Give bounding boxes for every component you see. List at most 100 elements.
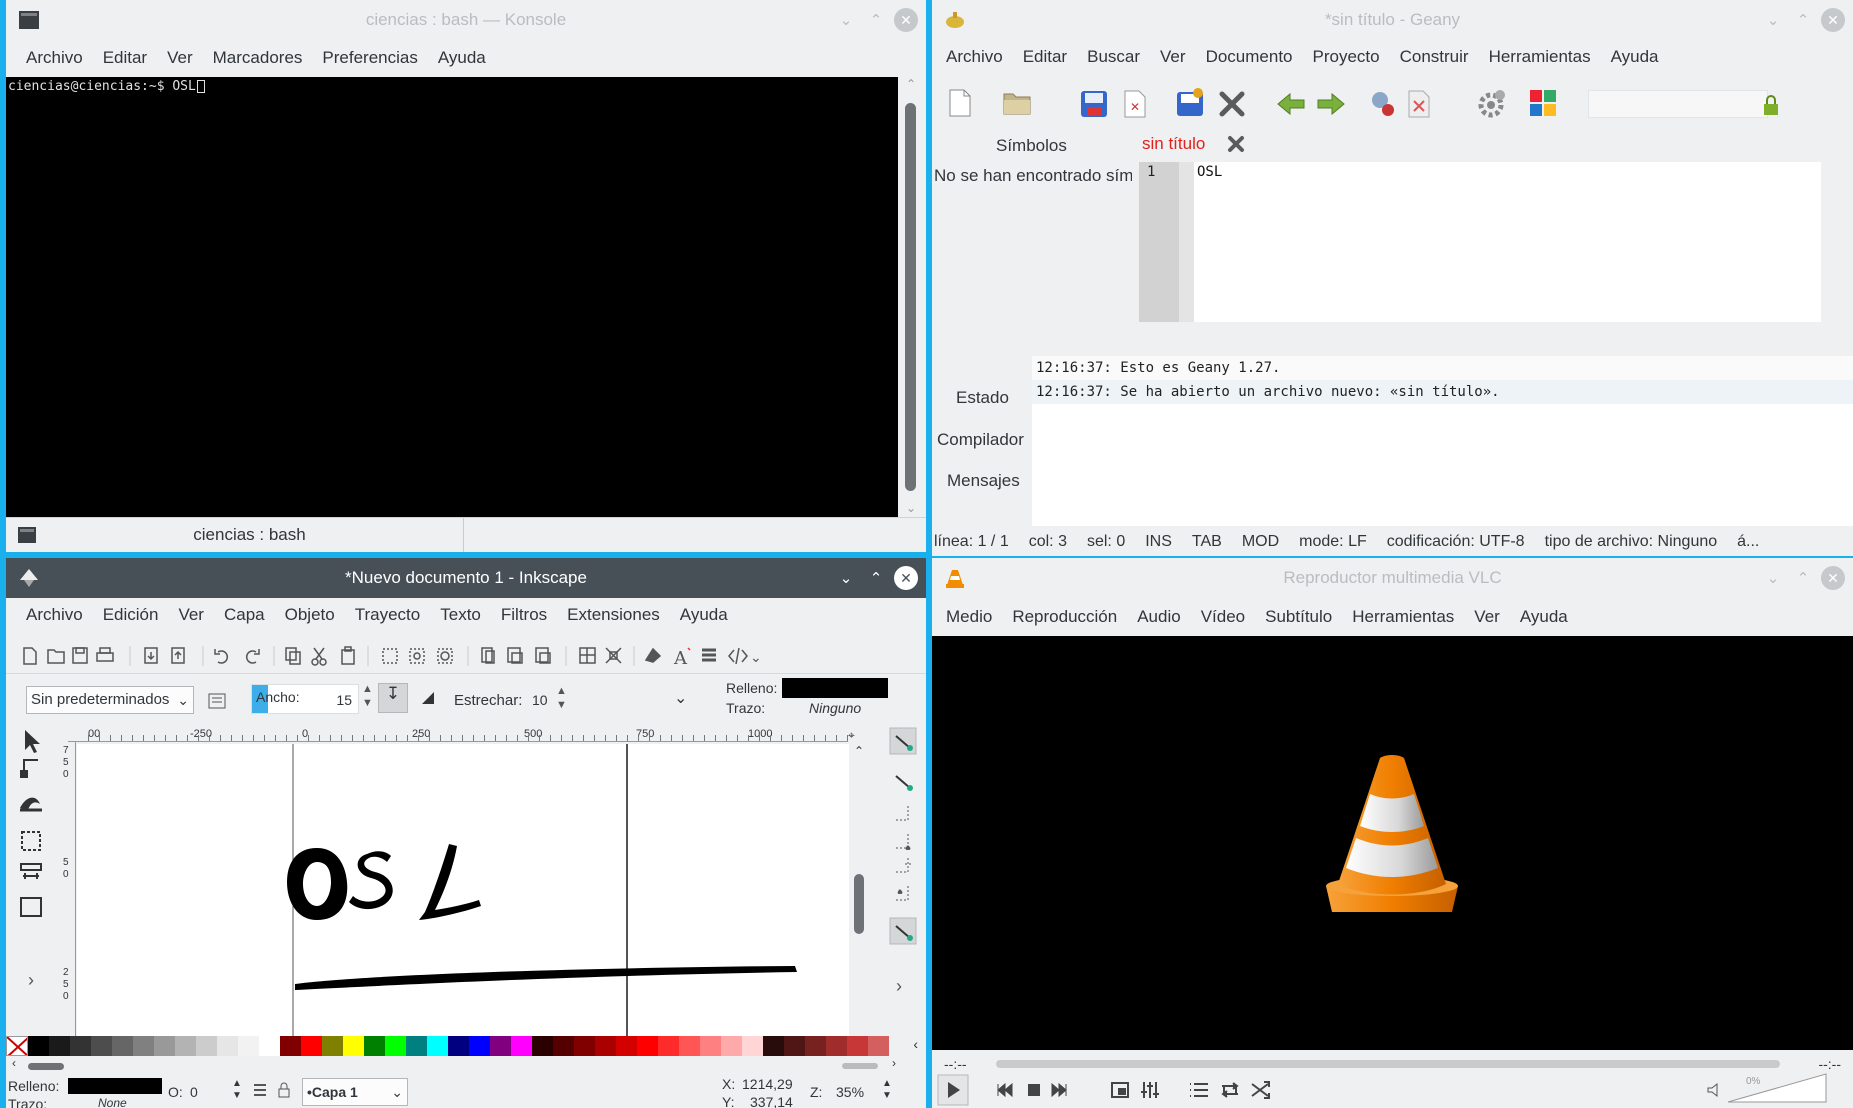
thinning-stepper[interactable]: ▲ ▼ [556, 684, 567, 712]
palette-swatch[interactable] [763, 1036, 784, 1056]
menu-preferencias[interactable]: Preferencias [312, 48, 427, 68]
palette-scroll-icon[interactable]: ‹ [913, 1036, 926, 1056]
print-icon[interactable] [96, 647, 114, 662]
zoom-value[interactable]: 35% [836, 1084, 864, 1100]
palette-swatch[interactable] [343, 1036, 364, 1056]
palette-swatch[interactable] [637, 1036, 658, 1056]
menu-subtitulo[interactable]: Subtítulo [1255, 607, 1342, 627]
menu-archivo[interactable]: Archivo [936, 47, 1013, 67]
fill-stroke-icon[interactable] [644, 647, 662, 663]
status-stroke-value[interactable]: None [98, 1096, 127, 1108]
sidebar-tab-simbolos[interactable]: Símbolos [996, 136, 1067, 156]
menu-ayuda[interactable]: Ayuda [1601, 47, 1669, 67]
search-input[interactable] [1588, 90, 1768, 118]
menu-texto[interactable]: Texto [430, 605, 491, 625]
palette-swatch[interactable] [721, 1036, 742, 1056]
menu-proyecto[interactable]: Proyecto [1303, 47, 1390, 67]
close-file-icon[interactable] [1218, 90, 1246, 118]
align-distribute-icon[interactable] [702, 648, 716, 662]
palette-swatch[interactable] [196, 1036, 217, 1056]
menu-ver[interactable]: Ver [1464, 607, 1510, 627]
scroll-down-icon[interactable]: ⌄ [900, 501, 922, 515]
palette-swatch[interactable] [427, 1036, 448, 1056]
preset-select[interactable]: Sin predeterminados ⌄ [26, 686, 194, 714]
palette-swatch[interactable] [238, 1036, 259, 1056]
tab-bash[interactable]: ciencias : bash [6, 518, 464, 552]
tab-mensajes[interactable]: Mensajes [947, 471, 1020, 491]
palette-swatch[interactable] [784, 1036, 805, 1056]
menu-ayuda[interactable]: Ayuda [428, 48, 496, 68]
scroll-thumb[interactable] [905, 103, 916, 491]
next-button[interactable] [1051, 1082, 1067, 1098]
menu-capa[interactable]: Capa [214, 605, 275, 625]
fullscreen-button[interactable] [1111, 1082, 1129, 1098]
opacity-stepper[interactable]: ▲ ▼ [232, 1078, 242, 1102]
close-icon[interactable]: ✕ [894, 566, 918, 590]
tab-compilador[interactable]: Compilador [937, 430, 1024, 450]
more-options-icon[interactable]: ⌄ [674, 688, 687, 708]
layer-visibility-icon[interactable] [252, 1082, 268, 1098]
palette-swatch[interactable] [868, 1036, 889, 1056]
menu-video[interactable]: Vídeo [1191, 607, 1255, 627]
scroll-thumb[interactable] [28, 1063, 64, 1070]
minimize-icon[interactable]: ⌄ [834, 566, 858, 590]
menu-medio[interactable]: Medio [936, 607, 1002, 627]
scroll-left-icon[interactable]: ‹ [12, 1056, 16, 1070]
color-chooser-icon[interactable] [1528, 88, 1558, 118]
palette-swatch[interactable] [217, 1036, 238, 1056]
inkscape-titlebar[interactable]: *Nuevo documento 1 - Inkscape ⌄ ⌃ ✕ [6, 558, 926, 598]
palette-swatch[interactable] [595, 1036, 616, 1056]
zoom-drawing-icon[interactable] [409, 648, 425, 664]
maximize-icon[interactable]: ⌃ [864, 8, 888, 32]
palette-swatch[interactable] [406, 1036, 427, 1056]
build-icon[interactable] [1406, 89, 1432, 119]
palette-swatch[interactable] [28, 1036, 49, 1056]
width-field[interactable]: Ancho: 15 [251, 684, 359, 714]
volume-icon[interactable] [1707, 1082, 1718, 1098]
maximize-icon[interactable]: ⌃ [1791, 566, 1815, 590]
menu-construir[interactable]: Construir [1390, 47, 1479, 67]
chevron-down-icon[interactable]: ⌄ [750, 649, 762, 665]
scroll-thumb[interactable] [854, 874, 864, 934]
zoom-selection-icon[interactable] [382, 648, 398, 664]
xml-editor-icon[interactable] [728, 647, 748, 665]
menu-marcadores[interactable]: Marcadores [203, 48, 313, 68]
shuffle-button[interactable] [1251, 1081, 1270, 1099]
open-file-icon[interactable] [1002, 90, 1032, 116]
menu-documento[interactable]: Documento [1196, 47, 1303, 67]
minimize-icon[interactable]: ⌄ [1761, 8, 1785, 32]
terminal-area[interactable]: ciencias@ciencias:~$ OSL [6, 77, 898, 517]
menu-archivo[interactable]: Archivo [16, 605, 93, 625]
menu-herramientas[interactable]: Herramientas [1479, 47, 1601, 67]
fill-swatch[interactable] [782, 678, 888, 698]
jump-to-line-icon[interactable] [1762, 94, 1780, 116]
palette-swatch[interactable] [679, 1036, 700, 1056]
new-file-icon[interactable] [946, 88, 974, 118]
snap-bbox-icon[interactable] [895, 775, 913, 791]
palette-swatch[interactable] [742, 1036, 763, 1056]
palette-swatch[interactable] [112, 1036, 133, 1056]
text-font-icon[interactable]: A [673, 647, 691, 669]
stop-button[interactable] [1028, 1084, 1040, 1096]
palette-swatch[interactable] [616, 1036, 637, 1056]
menu-ayuda[interactable]: Ayuda [1510, 607, 1578, 627]
paste-icon[interactable] [341, 646, 355, 665]
menu-edicion[interactable]: Edición [93, 605, 169, 625]
remaining-time[interactable]: --:-- [1818, 1056, 1841, 1072]
ungroup-icon[interactable] [605, 647, 622, 664]
palette-swatch[interactable] [532, 1036, 553, 1056]
menu-editar[interactable]: Editar [93, 48, 157, 68]
layer-select[interactable]: •Capa 1 ⌄ [302, 1078, 408, 1106]
stroke-value[interactable]: Ninguno [809, 700, 861, 716]
rectangle-tool-icon[interactable] [20, 897, 42, 917]
cut-icon[interactable] [311, 647, 327, 666]
group-icon[interactable] [579, 647, 596, 664]
vertical-ruler[interactable]: 7 5 0 5 0 2 5 0 [62, 742, 76, 1042]
no-color-swatch[interactable] [6, 1036, 28, 1056]
close-icon[interactable]: ✕ [1821, 8, 1845, 32]
palette-swatch[interactable] [301, 1036, 322, 1056]
redo-icon[interactable] [246, 649, 260, 664]
loop-button[interactable] [1221, 1082, 1239, 1098]
duplicate-object-icon[interactable] [481, 647, 495, 664]
palette-swatch[interactable] [700, 1036, 721, 1056]
